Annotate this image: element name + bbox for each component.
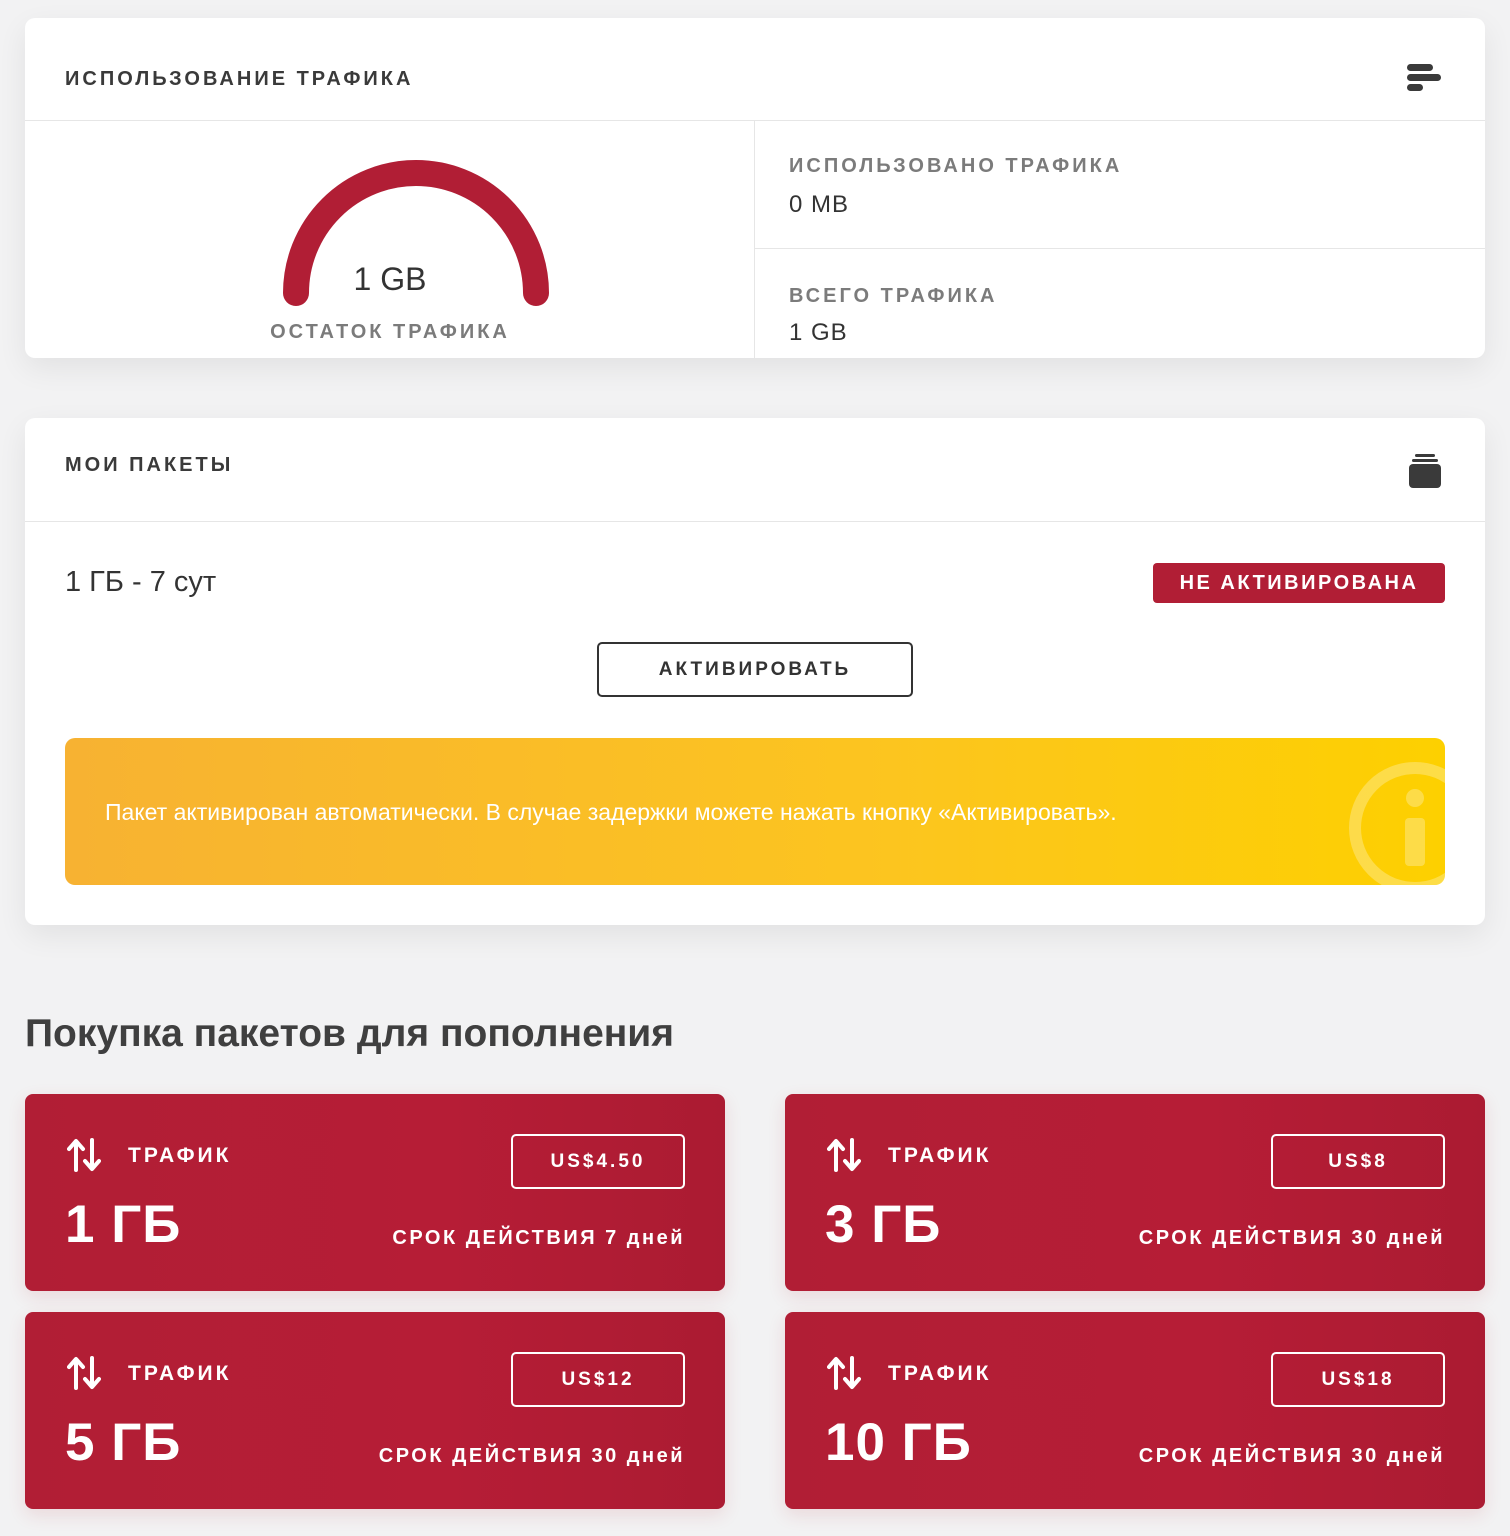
total-traffic-label: ВСЕГО ТРАФИКА	[789, 285, 998, 307]
total-traffic-row: ВСЕГО ТРАФИКА 1 GB	[755, 249, 1485, 358]
offer-size: 10 ГБ	[825, 1413, 972, 1472]
remaining-traffic-gauge: 1 GB ОСТАТОК ТРАФИКА	[25, 121, 755, 358]
used-traffic-label: ИСПОЛЬЗОВАНО ТРАФИКА	[789, 155, 1123, 177]
total-traffic-value: 1 GB	[789, 319, 848, 346]
status-badge: НЕ АКТИВИРОВАНА	[1153, 563, 1445, 603]
offer-validity: СРОК ДЕЙСТВИЯ 30 дней	[378, 1445, 685, 1467]
packages-card-title: МОИ ПАКЕТЫ	[65, 454, 234, 476]
traffic-card-title: ИСПОЛЬЗОВАНИЕ ТРАФИКА	[65, 68, 414, 90]
used-traffic-value: 0 MB	[789, 191, 850, 218]
offer-type: ТРАФИК	[888, 1144, 992, 1167]
offer-size: 1 ГБ	[65, 1195, 182, 1254]
activate-button[interactable]: АКТИВИРОВАТЬ	[597, 642, 913, 697]
purchase-section-title: Покупка пакетов для пополнения	[25, 1012, 675, 1055]
traffic-usage-card: ИСПОЛЬЗОВАНИЕ ТРАФИКА 1 GB ОСТАТОК ТРАФИ…	[25, 18, 1485, 358]
offer-validity: СРОК ДЕЙСТВИЯ 30 дней	[1138, 1445, 1445, 1467]
stack-icon[interactable]	[1409, 454, 1441, 493]
remaining-traffic-value: 1 GB	[353, 261, 427, 297]
offer-card-5gb[interactable]: ТРАФИК 5 ГБ US$12 СРОК ДЕЙСТВИЯ 30 дней	[25, 1312, 725, 1509]
offer-size: 3 ГБ	[825, 1195, 942, 1254]
packages-card-header: МОИ ПАКЕТЫ	[25, 418, 1485, 522]
notice-text: Пакет активирован автоматически. В случа…	[105, 799, 1117, 825]
remaining-traffic-label: ОСТАТОК ТРАФИКА	[270, 321, 510, 343]
offer-card-3gb[interactable]: ТРАФИК 3 ГБ US$8 СРОК ДЕЙСТВИЯ 30 дней	[785, 1094, 1485, 1291]
offer-card-10gb[interactable]: ТРАФИК 10 ГБ US$18 СРОК ДЕЙСТВИЯ 30 дней	[785, 1312, 1485, 1509]
up-down-arrows-icon	[67, 1138, 101, 1177]
offer-type: ТРАФИК	[888, 1362, 992, 1385]
auto-activation-notice: Пакет активирован автоматически. В случа…	[65, 738, 1445, 885]
offer-validity: СРОК ДЕЙСТВИЯ 30 дней	[1138, 1227, 1445, 1249]
offer-type: ТРАФИК	[128, 1144, 232, 1167]
bar-chart-icon[interactable]	[1407, 64, 1441, 99]
offer-price-button[interactable]: US$8	[1271, 1134, 1445, 1189]
my-packages-card: МОИ ПАКЕТЫ 1 ГБ - 7 сут НЕ АКТИВИРОВАНА …	[25, 418, 1485, 925]
offer-price-button[interactable]: US$12	[511, 1352, 685, 1407]
offer-type: ТРАФИК	[128, 1362, 232, 1385]
up-down-arrows-icon	[827, 1356, 861, 1395]
offer-card-1gb[interactable]: ТРАФИК 1 ГБ US$4.50 СРОК ДЕЙСТВИЯ 7 дней	[25, 1094, 725, 1291]
offer-validity: СРОК ДЕЙСТВИЯ 7 дней	[392, 1227, 685, 1249]
used-traffic-row: ИСПОЛЬЗОВАНО ТРАФИКА 0 MB	[755, 121, 1485, 249]
traffic-card-header: ИСПОЛЬЗОВАНИЕ ТРАФИКА	[25, 18, 1485, 121]
up-down-arrows-icon	[67, 1356, 101, 1395]
info-icon	[1345, 758, 1445, 885]
up-down-arrows-icon	[827, 1138, 861, 1177]
package-name: 1 ГБ - 7 сут	[65, 566, 217, 598]
offer-price-button[interactable]: US$18	[1271, 1352, 1445, 1407]
offer-price-button[interactable]: US$4.50	[511, 1134, 685, 1189]
offer-size: 5 ГБ	[65, 1413, 182, 1472]
